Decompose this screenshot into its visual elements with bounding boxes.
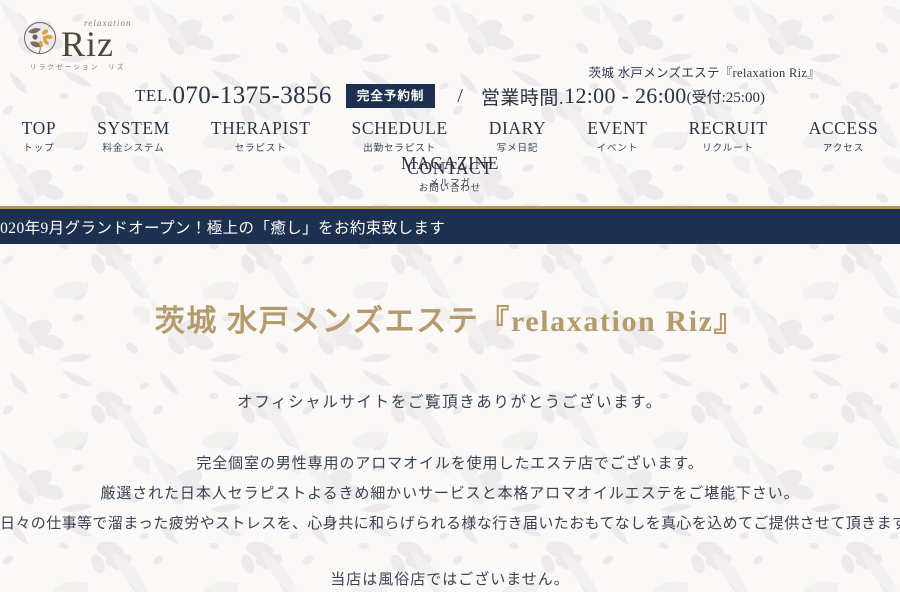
nav-item-diary[interactable]: DIARY 写メ日記 — [487, 118, 548, 153]
reservation-only-badge: 完全予約制 — [345, 83, 436, 109]
logo-wordmark: Riz — [61, 24, 114, 64]
nav-item-system[interactable]: SYSTEM 料金システム — [95, 118, 172, 153]
nav-item-top[interactable]: TOP トップ — [20, 118, 59, 153]
hours-label: 営業時間. — [480, 87, 565, 109]
nav-item-schedule[interactable]: SCHEDULE 出勤セラピスト — [350, 118, 450, 153]
nav-label-en: EVENT — [587, 118, 648, 138]
header-tagline: 茨城 水戸メンズエステ『relaxation Riz』 — [588, 66, 820, 80]
nav-label-en: TOP — [21, 118, 57, 138]
header-contact-line: TEL. 070-1375-3856 完全予約制 / 営業時間. 12:00 -… — [0, 82, 900, 110]
nav-label-jp: お問い合わせ — [418, 182, 482, 194]
nav-label-jp: 料金システム — [102, 142, 165, 154]
nav-label-en: RECRUIT — [688, 118, 768, 138]
nav-label-jp: セラピスト — [234, 142, 287, 154]
nav-item-contact[interactable]: CONTACT お問い合わせ — [405, 158, 494, 193]
intro-line: 日々の仕事等で溜まった疲労やストレスを、心身共に和らげられる様な行き届いたおもて… — [0, 515, 900, 532]
nav-item-access[interactable]: ACCESS アクセス — [807, 118, 881, 153]
nav-label-en: DIARY — [488, 118, 547, 138]
lead-paragraph: オフィシャルサイトをご覧頂きありがとうございます。 — [237, 394, 663, 411]
notice-paragraph: 当店は風俗店ではございません。 — [0, 565, 900, 592]
tel-label: TEL. — [135, 86, 173, 105]
nav-label-en: CONTACT — [407, 158, 493, 178]
page-title: 茨城 水戸メンズエステ『relaxation Riz』 — [154, 305, 746, 338]
notice-line: 当店は風俗店ではございません。 — [330, 571, 570, 588]
hours-value: 12:00 - 26:00 — [564, 83, 687, 108]
nav-label-jp: アクセス — [822, 142, 865, 154]
primary-navigation-row2: CONTACT お問い合わせ — [0, 158, 900, 193]
hours-note: (受付:25:00) — [686, 89, 765, 106]
page-root: relaxation Riz リラクゼーション リズ 茨城 水戸メンズエステ『r… — [0, 0, 900, 592]
nav-item-event[interactable]: EVENT イベント — [585, 118, 649, 153]
nav-label-en: ACCESS — [808, 118, 879, 138]
site-logo[interactable]: relaxation Riz リラクゼーション リズ — [14, 12, 149, 74]
intro-paragraph: 完全個室の男性専用のアロマオイルを使用したエステ店でございます。 厳選された日本… — [0, 449, 900, 539]
nav-label-jp: トップ — [23, 142, 55, 154]
nav-label-jp: イベント — [596, 142, 639, 154]
nav-label-jp: リクルート — [702, 142, 754, 154]
tel-number[interactable]: 070-1375-3856 — [172, 82, 331, 110]
site-header: relaxation Riz リラクゼーション リズ 茨城 水戸メンズエステ『r… — [0, 0, 900, 205]
nav-label-jp: 写メ日記 — [496, 142, 539, 154]
nav-label-en: SCHEDULE — [351, 118, 448, 138]
nav-item-recruit[interactable]: RECRUIT リクルート — [687, 118, 770, 153]
announcement-bar: 2020年9月グランドオープン！極上の「癒し」をお約束致します — [0, 206, 900, 244]
announcement-text: 2020年9月グランドオープン！極上の「癒し」をお約束致します — [0, 219, 446, 237]
main-content: 茨城 水戸メンズエステ『relaxation Riz』 オフィシャルサイトをご覧… — [0, 244, 900, 592]
logo-katakana: リラクゼーション リズ — [30, 62, 126, 71]
nav-item-therapist[interactable]: THERAPIST セラピスト — [209, 118, 313, 153]
intro-line: 厳選された日本人セラピストよるきめ細かいサービスと本格アロマオイルエステをご堪能… — [100, 485, 800, 502]
logo-floral-emblem — [24, 22, 56, 55]
nav-label-en: SYSTEM — [97, 118, 170, 138]
nav-label-jp: 出勤セラピスト — [363, 142, 437, 154]
nav-label-en: THERAPIST — [210, 118, 311, 138]
intro-line: 完全個室の男性専用のアロマオイルを使用したエステ店でございます。 — [196, 455, 704, 472]
separator-slash: / — [457, 84, 463, 107]
